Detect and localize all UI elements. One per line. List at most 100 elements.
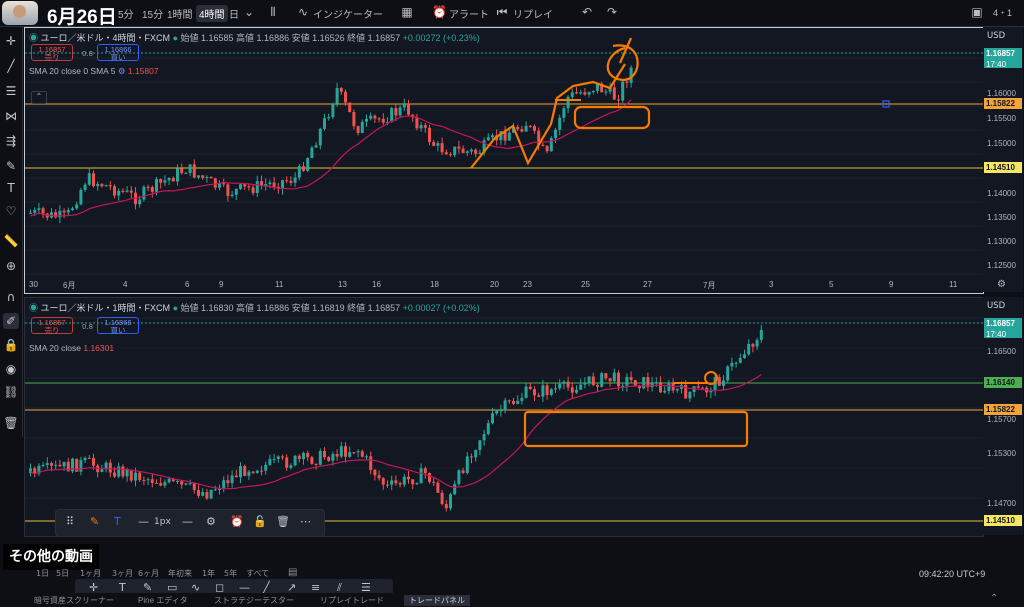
stroke-width[interactable]: 1px bbox=[154, 517, 171, 527]
candle-1h-candle bbox=[499, 410, 503, 412]
alert-icon[interactable]: ⏰ bbox=[432, 5, 447, 19]
tab-trade-panel[interactable]: トレードパネル bbox=[404, 595, 470, 606]
utc-clock[interactable]: 09:42:20 UTC+9 bbox=[919, 569, 985, 579]
tab-crypto-screener[interactable]: 暗号資産スクリーナー bbox=[34, 595, 114, 606]
replay-button[interactable]: リプレイ bbox=[513, 6, 553, 21]
price-axis-1h[interactable]: USD 1.16500 1.15700 1.15300 1.14700 1.16… bbox=[983, 297, 1023, 535]
currency-label[interactable]: USD bbox=[987, 301, 1005, 311]
magnet-icon[interactable]: ∩ bbox=[3, 289, 19, 305]
range-1d[interactable]: 1日 bbox=[36, 568, 49, 579]
redo-icon[interactable]: ↷ bbox=[605, 5, 619, 19]
range-5y[interactable]: 5年 bbox=[224, 568, 237, 579]
currency-label[interactable]: USD bbox=[987, 31, 1005, 41]
timeframe-1h[interactable]: 1時間 bbox=[167, 6, 193, 21]
candle-4h-candle bbox=[302, 166, 305, 171]
zoom-icon[interactable]: ⊕ bbox=[3, 258, 19, 274]
candle-1h-candle bbox=[575, 389, 578, 393]
price-tick: 1.12500 bbox=[987, 261, 1016, 270]
x-axis-tick: 23 bbox=[523, 280, 532, 289]
line-style-icon[interactable]: — bbox=[138, 515, 149, 528]
candle-1h-candle bbox=[419, 468, 423, 484]
heart-icon[interactable]: ♡ bbox=[3, 203, 19, 219]
timeframe-4h[interactable]: 4時間 bbox=[196, 5, 228, 22]
candle-1h-candle bbox=[495, 410, 499, 414]
range-1m[interactable]: 1ヶ月 bbox=[80, 568, 101, 579]
tab-pine-editor[interactable]: Pine エディタ bbox=[138, 595, 188, 606]
chart-pane-4h[interactable]: ◉ ユーロ／米ドル・4時間・FXCM ● 始値 1.16585 高値 1.168… bbox=[24, 27, 984, 294]
indicators-icon[interactable]: ∿ bbox=[296, 5, 310, 19]
range-1y[interactable]: 1年 bbox=[202, 568, 215, 579]
layout-icon[interactable]: ▣ bbox=[970, 5, 984, 19]
buy-button[interactable]: 1.16866 買い bbox=[97, 44, 139, 62]
link-icon[interactable]: ⛓ bbox=[3, 384, 19, 400]
undo-icon[interactable]: ↶ bbox=[580, 5, 594, 19]
replay-icon[interactable]: ⏮ bbox=[495, 5, 509, 19]
alert-button[interactable]: アラート bbox=[449, 6, 489, 21]
candle-1h-candle bbox=[621, 385, 625, 387]
range-3m[interactable]: 3ヶ月 bbox=[112, 568, 133, 579]
drawing-tools-sidebar: ✛ ╱ ☰ ⋈ ⇶ ✎ T ♡ 📏 ⊕ ∩ ✐ 🔒 ◉ ⛓ 🗑 bbox=[0, 27, 23, 437]
range-6m[interactable]: 6ヶ月 bbox=[138, 568, 159, 579]
range-5d[interactable]: 5日 bbox=[56, 568, 69, 579]
chevron-down-icon[interactable]: ⌄ bbox=[242, 5, 256, 19]
candle-1h-candle bbox=[444, 504, 448, 509]
candle-1h-candle bbox=[579, 384, 583, 390]
candle-1h-candle bbox=[533, 389, 536, 396]
sell-button[interactable]: 1.16857 売り bbox=[31, 317, 73, 335]
candle-4h-candle bbox=[29, 212, 32, 214]
pattern-icon[interactable]: ⋈ bbox=[3, 108, 19, 124]
projection-icon[interactable]: ⇶ bbox=[3, 133, 19, 149]
axis-settings-icon[interactable]: ⚙ bbox=[997, 279, 1006, 290]
tab-replay-trade[interactable]: リプレイトレード bbox=[320, 595, 384, 606]
collapse-legend-button[interactable]: ⌃ bbox=[31, 91, 47, 104]
eye-icon[interactable]: ◉ bbox=[3, 361, 19, 377]
sma-legend[interactable]: SMA 20 close 0 SMA 5 ⚙ 1.15807 bbox=[29, 66, 159, 77]
candle-4h-candle bbox=[239, 184, 242, 189]
templates-icon[interactable]: ▦ bbox=[400, 5, 414, 19]
text-color-icon[interactable]: T bbox=[114, 515, 121, 528]
range-ytd[interactable]: 年初来 bbox=[168, 568, 192, 579]
trash-icon[interactable]: 🗑 bbox=[276, 515, 290, 528]
text-icon[interactable]: T bbox=[3, 180, 19, 196]
brush-icon[interactable]: ✎ bbox=[3, 158, 19, 174]
chart-1h-canvas[interactable] bbox=[25, 298, 983, 536]
price-tick: 1.14000 bbox=[987, 189, 1016, 198]
lock-icon[interactable]: 🔒 bbox=[3, 337, 19, 353]
fib-icon[interactable]: ☰ bbox=[3, 83, 19, 99]
trendline-icon[interactable]: ╱ bbox=[3, 58, 19, 74]
tab-strategy-tester[interactable]: ストラテジーテスター bbox=[214, 595, 294, 606]
candle-4h-candle bbox=[209, 176, 213, 179]
draw-mode-icon[interactable]: ✐ bbox=[3, 313, 19, 329]
drag-handle-icon[interactable]: ⠿ bbox=[66, 515, 74, 528]
timeframe-1d[interactable]: 日 bbox=[229, 6, 239, 21]
line-dash-icon[interactable]: — bbox=[182, 515, 193, 528]
indicators-button[interactable]: インジケーター bbox=[313, 6, 383, 21]
expand-icon[interactable]: ⌃ bbox=[990, 593, 998, 604]
trash-icon[interactable]: 🗑 bbox=[3, 415, 19, 431]
timeframe-5m[interactable]: 5分 bbox=[118, 6, 134, 21]
sell-button[interactable]: 1.16857 売り bbox=[31, 44, 73, 62]
pencil-color-icon[interactable]: ✎ bbox=[90, 515, 99, 528]
candle-1h-candle bbox=[293, 455, 297, 466]
calendar-icon[interactable]: ▤ bbox=[288, 567, 297, 578]
buy-button[interactable]: 1.16866 買い bbox=[97, 317, 139, 335]
timeframe-15m[interactable]: 15分 bbox=[142, 6, 163, 21]
x-axis-tick: 30 bbox=[29, 280, 38, 289]
settings-icon[interactable]: ⚙ bbox=[206, 515, 216, 528]
ruler-icon[interactable]: 📏 bbox=[3, 233, 19, 249]
chart-title[interactable]: ユーロ／米ドル・4時間・FXCM bbox=[41, 33, 171, 43]
chart-title[interactable]: ユーロ／米ドル・1時間・FXCM bbox=[41, 303, 171, 313]
chart-pane-1h[interactable]: ◉ ユーロ／米ドル・1時間・FXCM ● 始値 1.16830 高値 1.168… bbox=[24, 297, 984, 537]
lock-icon[interactable]: 🔓 bbox=[253, 515, 267, 528]
alert-add-icon[interactable]: ⏰ bbox=[230, 515, 244, 528]
price-axis-4h[interactable]: USD 1.16000 1.15500 1.15000 1.14000 1.13… bbox=[983, 27, 1023, 292]
chart-4h-canvas[interactable] bbox=[25, 28, 983, 293]
candle-4h-candle bbox=[100, 183, 104, 187]
candle-1h-candle bbox=[352, 452, 356, 454]
candle-type-icon[interactable]: ⫴ bbox=[266, 5, 280, 19]
settings-icon[interactable]: ⚙ bbox=[118, 66, 126, 76]
range-all[interactable]: すべて bbox=[246, 568, 269, 579]
more-icon[interactable]: ⋯ bbox=[300, 515, 311, 528]
sma-legend[interactable]: SMA 20 close 1.16301 bbox=[29, 343, 114, 353]
crosshair-icon[interactable]: ✛ bbox=[3, 33, 19, 49]
